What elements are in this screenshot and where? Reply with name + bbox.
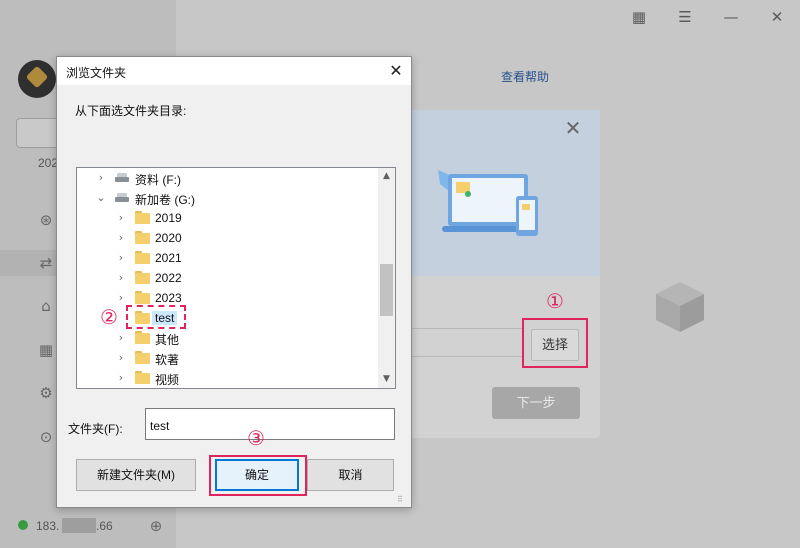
dialog-titlebar: 浏览文件夹 ✕ bbox=[57, 57, 411, 85]
tree-scrollbar[interactable]: ▲ ▼ bbox=[378, 168, 395, 388]
folder-icon bbox=[135, 211, 150, 225]
chevron-right-icon[interactable]: › bbox=[115, 270, 127, 286]
folder-tree[interactable]: › 资料 (F:) ⌄ 新加卷 (G:) › 2019 › 2020 › 202… bbox=[76, 167, 396, 389]
scroll-down-icon[interactable]: ▼ bbox=[378, 371, 395, 388]
dialog-title: 浏览文件夹 bbox=[66, 66, 127, 80]
annotation-box-2 bbox=[126, 305, 186, 329]
tree-item-label: 2023 bbox=[155, 291, 182, 305]
tree-item-label: 2019 bbox=[155, 211, 182, 225]
tree-item-label: 资料 (F:) bbox=[135, 173, 181, 187]
tree-item-2022[interactable]: › 2022 bbox=[77, 268, 377, 288]
tree-item-2023[interactable]: › 2023 bbox=[77, 288, 377, 308]
status-ip-suffix: .66 bbox=[96, 519, 113, 533]
drive-icon bbox=[114, 192, 130, 203]
tree-item-label: 软著 bbox=[155, 353, 180, 367]
import-wizard-panel: ✕ 选择 下一步 bbox=[400, 110, 600, 438]
next-step-button[interactable]: 下一步 bbox=[492, 387, 580, 419]
tree-item-drive-f[interactable]: › 资料 (F:) bbox=[77, 168, 377, 188]
chevron-right-icon[interactable]: › bbox=[115, 370, 127, 386]
tree-item-2021[interactable]: › 2021 bbox=[77, 248, 377, 268]
qr-code-icon[interactable]: ▦ bbox=[628, 6, 650, 28]
tree-item-2019[interactable]: › 2019 bbox=[77, 208, 377, 228]
annotation-number-1: ① bbox=[546, 289, 564, 313]
drive-icon bbox=[114, 172, 130, 183]
zoom-icon[interactable]: ⊕ bbox=[146, 516, 166, 536]
status-dot-icon bbox=[18, 520, 28, 530]
app-logo bbox=[18, 60, 56, 98]
folder-icon bbox=[135, 291, 150, 305]
chevron-right-icon[interactable]: › bbox=[115, 290, 127, 306]
chevron-right-icon[interactable]: › bbox=[115, 210, 127, 226]
minimize-icon[interactable]: — bbox=[720, 6, 742, 28]
status-ip-prefix: 183. bbox=[36, 519, 60, 533]
cancel-button[interactable]: 取消 bbox=[307, 459, 394, 491]
tree-item-label: 2020 bbox=[155, 231, 182, 245]
dialog-close-icon[interactable]: ✕ bbox=[385, 60, 407, 82]
path-field-border bbox=[400, 328, 522, 329]
window-close-icon[interactable]: ✕ bbox=[766, 6, 788, 28]
chevron-right-icon[interactable]: › bbox=[115, 230, 127, 246]
path-field-border bbox=[400, 356, 522, 357]
grid-icon[interactable]: ▦ bbox=[36, 340, 56, 360]
tree-item-test[interactable]: test bbox=[77, 308, 377, 328]
chevron-right-icon[interactable]: › bbox=[115, 250, 127, 266]
folder-name-input[interactable] bbox=[145, 408, 395, 440]
help-link[interactable]: 查看帮助 bbox=[501, 68, 549, 85]
device-transfer-illustration bbox=[438, 170, 538, 236]
folder-icon bbox=[135, 371, 150, 385]
chevron-right-icon[interactable]: › bbox=[95, 170, 107, 186]
tree-item-video[interactable]: › 视频 bbox=[77, 368, 377, 388]
tree-item-other[interactable]: › 其他 bbox=[77, 328, 377, 348]
file-transfer-icon[interactable]: ⇄ bbox=[36, 253, 56, 273]
folder-icon bbox=[135, 331, 150, 345]
tree-item-label: 新加卷 (G:) bbox=[135, 193, 195, 207]
home-icon[interactable]: ⌂ bbox=[36, 296, 56, 316]
new-folder-button[interactable]: 新建文件夹(M) bbox=[76, 459, 196, 491]
steering-wheel-icon[interactable]: ⊛ bbox=[36, 210, 56, 230]
annotation-box-3 bbox=[209, 455, 307, 496]
scroll-up-icon[interactable]: ▲ bbox=[378, 168, 395, 185]
tree-item-software-copyright[interactable]: › 软著 bbox=[77, 348, 377, 368]
resize-grip-icon[interactable]: ⠿ bbox=[397, 495, 407, 505]
folder-icon bbox=[135, 271, 150, 285]
menu-icon[interactable]: ☰ bbox=[674, 6, 696, 28]
folder-icon bbox=[135, 231, 150, 245]
chevron-down-icon[interactable]: ⌄ bbox=[95, 190, 107, 206]
browse-folder-dialog: 浏览文件夹 ✕ 从下面选文件夹目录: › 资料 (F:) ⌄ 新加卷 (G:) … bbox=[56, 56, 412, 508]
gear-icon[interactable]: ⚙ bbox=[36, 383, 56, 403]
scroll-thumb[interactable] bbox=[380, 264, 393, 316]
folder-icon bbox=[135, 351, 150, 365]
tree-item-2020[interactable]: › 2020 bbox=[77, 228, 377, 248]
annotation-number-3: ③ bbox=[247, 426, 265, 450]
tree-item-label: 其他 bbox=[155, 333, 180, 347]
compass-icon[interactable]: ⊙ bbox=[36, 427, 56, 447]
tree-item-label: 2022 bbox=[155, 271, 182, 285]
dialog-prompt: 从下面选文件夹目录: bbox=[75, 104, 187, 118]
tree-item-label: 2021 bbox=[155, 251, 182, 265]
annotation-number-2: ② bbox=[100, 305, 118, 329]
wizard-close-icon[interactable]: ✕ bbox=[563, 118, 583, 138]
chevron-right-icon[interactable]: › bbox=[115, 330, 127, 346]
folder-icon bbox=[135, 251, 150, 265]
chevron-right-icon[interactable]: › bbox=[115, 350, 127, 366]
tree-item-drive-g[interactable]: ⌄ 新加卷 (G:) bbox=[77, 188, 377, 208]
empty-box-icon bbox=[656, 282, 704, 332]
tree-item-label: 视频 bbox=[155, 373, 180, 387]
status-ip-redaction bbox=[62, 518, 96, 533]
folder-field-label: 文件夹(F): bbox=[68, 422, 123, 436]
annotation-box-1 bbox=[522, 318, 588, 368]
